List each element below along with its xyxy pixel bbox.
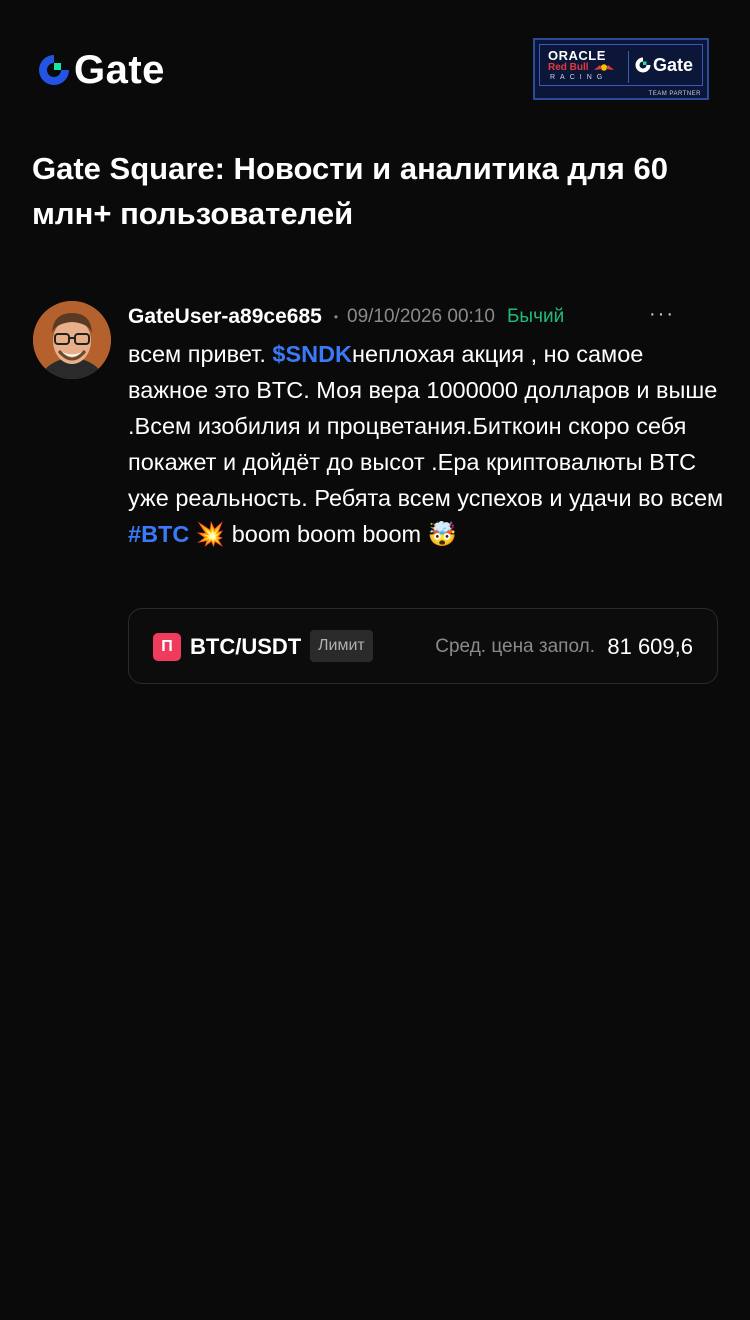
partner-gate-text: Gate <box>653 55 694 75</box>
order-type-badge: Лимит <box>310 630 373 662</box>
meta-separator: • <box>333 310 339 324</box>
user-avatar[interactable] <box>33 301 111 379</box>
avg-fill-price-label: Сред. цена запол. <box>435 636 595 657</box>
trade-card[interactable]: П BTC/USDT Лимит Сред. цена запол. 81 60… <box>128 608 718 684</box>
more-dots-icon[interactable]: ··· <box>640 304 684 328</box>
collision-emoji-icon: 💥 <box>195 520 226 548</box>
mind-blown-emoji-icon: 🤯 <box>427 520 457 548</box>
partner-divider <box>628 51 629 83</box>
ticker-link[interactable]: $SNDK <box>272 341 352 367</box>
logo-wordmark: Gate <box>74 48 165 92</box>
hashtag-link[interactable]: #BTC <box>128 521 189 547</box>
gate-logo-icon <box>39 55 69 85</box>
page-header: Gate ORACLE Red Bull RACING Gate TEAM PA… <box>0 0 750 140</box>
username-link[interactable]: GateUser-a89ce685 <box>128 305 322 329</box>
bull-icon <box>594 64 615 71</box>
post-timestamp: 09/10/2026 00:10 <box>347 306 495 327</box>
post-text: boom boom boom <box>225 521 428 547</box>
redbull-label: Red Bull <box>548 62 615 73</box>
trading-pair: BTC/USDT <box>190 634 302 659</box>
page-title: Gate Square: Новости и аналитика для 60 … <box>32 151 668 231</box>
avg-fill-price-value: 81 609,6 <box>607 634 693 659</box>
redbull-text: Red Bull <box>548 62 589 73</box>
avatar-illustration <box>33 301 111 379</box>
post-body: всем привет. $SNDKнеплохая акция , но са… <box>128 336 728 552</box>
post-text: всем привет. <box>128 341 273 367</box>
gate-logo-icon <box>635 57 651 73</box>
sell-side-badge: П <box>153 633 181 661</box>
sentiment-badge: Бычий <box>506 306 565 327</box>
team-partner-label: TEAM PARTNER <box>648 91 701 97</box>
oracle-label: ORACLE <box>548 48 606 63</box>
post-meta: GateUser-a89ce685 • 09/10/2026 00:10 Быч… <box>128 302 688 332</box>
partner-badge: ORACLE Red Bull RACING Gate TEAM PARTNER <box>533 38 709 100</box>
gate-logo[interactable]: Gate <box>36 48 165 92</box>
partner-badge-frame: ORACLE Red Bull RACING Gate <box>539 44 703 86</box>
racing-label: RACING <box>550 74 608 81</box>
partner-gate-logo: Gate <box>634 55 693 75</box>
